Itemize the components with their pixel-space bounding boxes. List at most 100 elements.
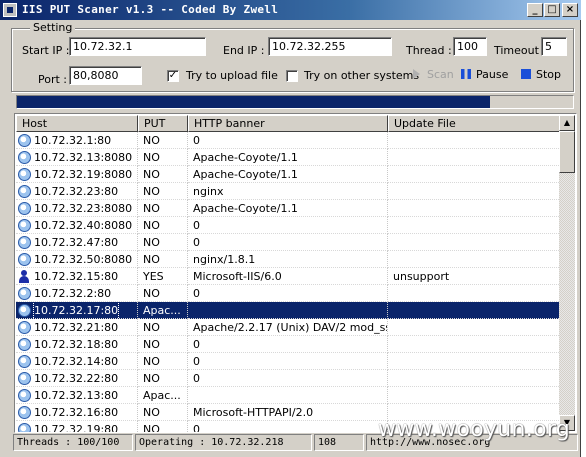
globe-icon: [18, 184, 31, 198]
table-row[interactable]: 10.72.32.17:80 Apac...: [16, 302, 561, 319]
scan-progress-bar: [16, 95, 574, 109]
update-file-cell: [388, 183, 561, 200]
banner-cell: nginx: [188, 183, 388, 200]
user-icon: [18, 269, 31, 283]
put-cell: NO: [138, 183, 188, 200]
put-cell: NO: [138, 370, 188, 387]
update-file-cell: [388, 370, 561, 387]
table-row[interactable]: 10.72.32.23:8080 NO Apache-Coyote/1.1: [16, 200, 561, 217]
thread-input[interactable]: 100: [453, 37, 487, 56]
results-list[interactable]: Host PUT HTTP banner Update File 10.72.3…: [14, 113, 577, 433]
table-row[interactable]: 10.72.32.22:80 NO 0: [16, 370, 561, 387]
upload-label[interactable]: Try to upload file: [186, 69, 278, 82]
pause-button-label: Pause: [476, 68, 509, 81]
host-cell: 10.72.32.18:80: [16, 336, 138, 353]
host-text: 10.72.32.16:80: [34, 405, 119, 419]
host-text: 10.72.32.13:8080: [34, 150, 133, 164]
globe-icon: [18, 286, 31, 300]
table-row[interactable]: 10.72.32.21:80 NO Apache/2.2.17 (Unix) DAV…: [16, 319, 561, 336]
scroll-up-button[interactable]: ▲: [559, 115, 575, 131]
column-header-host[interactable]: Host: [16, 115, 138, 132]
minimize-button[interactable]: _: [527, 3, 543, 17]
column-header-banner[interactable]: HTTP banner: [188, 115, 388, 132]
host-text: 10.72.32.19:8080: [34, 167, 133, 181]
banner-cell: 0: [188, 353, 388, 370]
table-row[interactable]: 10.72.32.1:80 NO 0: [16, 132, 561, 149]
maximize-button[interactable]: □: [544, 3, 560, 17]
close-button[interactable]: ×: [562, 3, 578, 17]
update-file-cell: [388, 234, 561, 251]
scroll-thumb[interactable]: [559, 131, 575, 173]
globe-icon: [18, 422, 31, 432]
end-ip-label: End IP :: [223, 44, 265, 57]
banner-cell: Apache/2.2.17 (Unix) DAV/2 mod_ssl...: [188, 319, 388, 336]
update-file-cell: [388, 285, 561, 302]
progress-fill: [17, 96, 490, 108]
table-row[interactable]: 10.72.32.19:8080 NO Apache-Coyote/1.1: [16, 166, 561, 183]
status-count: 108: [314, 434, 364, 451]
host-text: 10.72.32.2:80: [34, 286, 112, 300]
table-row[interactable]: 10.72.32.15:80 YES Microsoft-IIS/6.0 unsupp…: [16, 268, 561, 285]
update-file-cell: [388, 132, 561, 149]
banner-cell: [188, 302, 388, 319]
banner-cell: 0: [188, 336, 388, 353]
host-cell: 10.72.32.15:80: [16, 268, 138, 285]
update-file-cell: [388, 149, 561, 166]
put-cell: NO: [138, 217, 188, 234]
host-text: 10.72.32.40:8080: [34, 218, 133, 232]
vertical-scrollbar[interactable]: ▲ ▼: [559, 115, 575, 431]
put-cell: NO: [138, 200, 188, 217]
table-row[interactable]: 10.72.32.23:80 NO nginx: [16, 183, 561, 200]
scan-button[interactable]: Scan: [413, 68, 454, 81]
stop-button[interactable]: Stop: [521, 68, 561, 81]
update-file-cell: [388, 200, 561, 217]
table-row[interactable]: 10.72.32.2:80 NO 0: [16, 285, 561, 302]
put-cell: NO: [138, 149, 188, 166]
end-ip-input[interactable]: 10.72.32.255: [268, 37, 392, 56]
host-text: 10.72.32.21:80: [34, 320, 119, 334]
thread-label: Thread :: [406, 44, 452, 57]
table-row[interactable]: 10.72.32.40:8080 NO 0: [16, 217, 561, 234]
app-icon: [3, 3, 17, 17]
host-cell: 10.72.32.1:80: [16, 132, 138, 149]
other-systems-checkbox[interactable]: [286, 70, 298, 82]
update-file-cell: [388, 387, 561, 404]
host-text: 10.72.32.15:80: [34, 269, 119, 283]
table-row[interactable]: 10.72.32.47:80 NO 0: [16, 234, 561, 251]
globe-icon: [18, 218, 31, 232]
setting-group-label: Setting: [30, 21, 76, 34]
port-input[interactable]: 80,8080: [69, 66, 142, 85]
host-text: 10.72.32.13:80: [34, 388, 119, 402]
column-header-update[interactable]: Update File: [388, 115, 561, 132]
globe-icon: [18, 133, 31, 147]
host-cell: 10.72.32.22:80: [16, 370, 138, 387]
host-text: 10.72.32.23:80: [34, 184, 119, 198]
start-ip-input[interactable]: 10.72.32.1: [69, 37, 206, 56]
banner-cell: 0: [188, 370, 388, 387]
table-row[interactable]: 10.72.32.50:8080 NO nginx/1.8.1: [16, 251, 561, 268]
upload-checkbox[interactable]: ✓: [167, 70, 179, 82]
update-file-cell: unsupport: [388, 268, 561, 285]
update-file-cell: [388, 217, 561, 234]
host-cell: 10.72.32.17:80: [16, 302, 138, 319]
table-row[interactable]: 10.72.32.13:80 Apac...: [16, 387, 561, 404]
pause-button[interactable]: Pause: [461, 68, 508, 81]
host-text: 10.72.32.14:80: [34, 354, 119, 368]
column-header-put[interactable]: PUT: [138, 115, 188, 132]
put-cell: Apac...: [138, 302, 188, 319]
banner-cell: 0: [188, 132, 388, 149]
results-rows: 10.72.32.1:80 NO 0 10.72.32.13:8080 NO Apache…: [16, 132, 561, 432]
timeout-input[interactable]: 5: [541, 37, 567, 56]
start-ip-label: Start IP :: [22, 44, 70, 57]
put-cell: NO: [138, 251, 188, 268]
host-cell: 10.72.32.50:8080: [16, 251, 138, 268]
title-bar[interactable]: IIS PUT Scaner v1.3 -- Coded By Zwell _ …: [0, 0, 581, 20]
globe-icon: [18, 354, 31, 368]
table-row[interactable]: 10.72.32.18:80 NO 0: [16, 336, 561, 353]
table-row[interactable]: 10.72.32.13:8080 NO Apache-Coyote/1.1: [16, 149, 561, 166]
put-cell: NO: [138, 336, 188, 353]
put-cell: NO: [138, 285, 188, 302]
banner-cell: 0: [188, 234, 388, 251]
table-row[interactable]: 10.72.32.14:80 NO 0: [16, 353, 561, 370]
other-systems-label[interactable]: Try on other systems: [304, 69, 419, 82]
